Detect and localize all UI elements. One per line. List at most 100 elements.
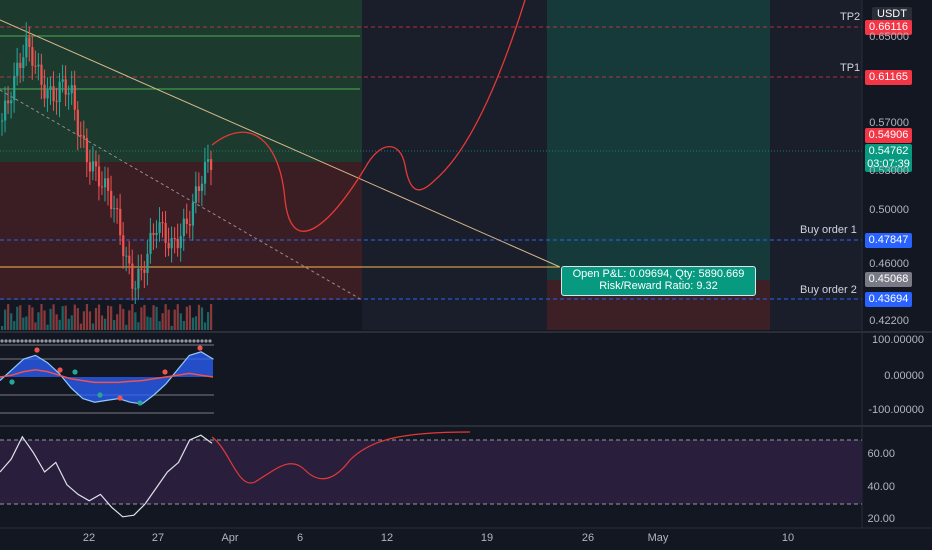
volume-bar <box>131 304 134 330</box>
oscillator-marker <box>117 395 123 401</box>
volume-bar <box>140 307 143 330</box>
candle-body <box>134 288 137 290</box>
oscillator-dot <box>108 339 112 343</box>
candle-body <box>122 235 125 257</box>
volume-bar <box>79 323 82 330</box>
buy1-price-badge: 0.47847 <box>865 233 912 248</box>
time-tick-label: 12 <box>380 532 394 544</box>
volume-bar <box>185 306 188 330</box>
rr-text: Risk/Reward Ratio: 9.32 <box>599 280 718 292</box>
oscillator-dot <box>44 339 48 343</box>
candle-body <box>197 186 201 191</box>
volume-bar <box>16 306 19 330</box>
time-tick-label: Apr <box>221 532 239 544</box>
volume-bar <box>25 316 28 330</box>
oscillator-dot <box>172 339 176 343</box>
oscillator-marker <box>162 369 168 375</box>
volume-bar <box>122 308 125 330</box>
oscillator-dot <box>60 339 64 343</box>
buy2-price-badge: 0.43694 <box>865 292 912 307</box>
volume-bar <box>43 310 46 330</box>
candle-body <box>25 37 28 58</box>
oscillator-dot <box>144 339 148 343</box>
position-info-box[interactable]: Open P&L: 0.09694, Qty: 5890.669 Risk/Re… <box>561 266 756 296</box>
oscillator-dot <box>76 339 80 343</box>
price-tick-label: 0.46000 <box>869 258 909 270</box>
tp1-price-badge: 0.61165 <box>865 70 912 85</box>
candle-body <box>149 232 152 254</box>
time-tick-label: 19 <box>480 532 494 544</box>
candle-body <box>119 208 122 236</box>
oscillator-tick-label: 0.00000 <box>884 370 924 382</box>
oscillator-dot <box>208 339 212 343</box>
dark-zone-2 <box>770 0 862 330</box>
candle-body <box>140 268 143 270</box>
oscillator-dot <box>120 339 124 343</box>
oscillator-marker <box>9 379 15 385</box>
candle-body <box>137 268 140 289</box>
volume-bar <box>182 320 185 330</box>
oscillator-fill <box>0 351 213 404</box>
oscillator-dot <box>188 339 192 343</box>
volume-bar <box>34 322 37 330</box>
candle-body <box>161 222 164 224</box>
volume-bar <box>100 315 104 330</box>
volume-bar <box>22 317 25 330</box>
oscillator-dot <box>84 339 88 343</box>
volume-bar <box>97 304 101 330</box>
oscillator-dot <box>192 339 196 343</box>
oscillator-dot <box>48 339 52 343</box>
volume-bar <box>167 309 170 330</box>
candle-body <box>73 85 76 110</box>
volume-bar <box>13 321 16 330</box>
candle-body <box>34 65 37 67</box>
oscillator-dot <box>104 339 108 343</box>
mid-price-badge: 0.45068 <box>865 272 912 287</box>
chart-root: USDT TP2 0.66116 TP1 0.61165 0.54906 0.5… <box>0 0 932 550</box>
oscillator-dot <box>196 339 200 343</box>
volume-bar <box>28 304 31 330</box>
volume-bar <box>110 306 113 330</box>
oscillator-dot <box>116 339 120 343</box>
candle-body <box>155 232 158 235</box>
oscillator-marker <box>72 369 78 375</box>
price-tick-label: 0.50000 <box>869 204 909 216</box>
candle-body <box>49 86 52 90</box>
entry-upper-badge: 0.54906 <box>865 128 912 143</box>
trading-chart[interactable] <box>0 0 932 550</box>
oscillator-dot <box>140 339 144 343</box>
volume-bar <box>176 304 179 330</box>
price-tick-label: 0.53000 <box>869 165 909 177</box>
volume-bar <box>1 326 4 330</box>
oscillator-dot <box>88 339 92 343</box>
time-tick-label: 26 <box>581 532 595 544</box>
candle-body <box>164 222 167 243</box>
volume-bar <box>164 304 167 330</box>
candle-body <box>55 101 58 103</box>
oscillator-dot <box>56 339 60 343</box>
candle-body <box>173 238 176 240</box>
candle-body <box>128 255 131 264</box>
profit-zone-right <box>547 0 770 280</box>
candle-body <box>107 178 110 191</box>
oscillator-dot <box>132 339 136 343</box>
oscillator-dot <box>136 339 140 343</box>
profit-zone <box>0 0 362 162</box>
oscillator-dot <box>68 339 72 343</box>
volume-bar <box>200 307 204 330</box>
candle-body <box>200 183 204 191</box>
oscillator-dot <box>28 339 32 343</box>
volume-bar <box>203 322 207 330</box>
oscillator-marker <box>57 367 63 373</box>
tp2-label: TP2 <box>840 11 861 23</box>
candle-body <box>7 100 10 104</box>
tp1-label: TP1 <box>840 62 861 74</box>
candle-body <box>28 37 31 48</box>
oscillator-dot <box>176 339 180 343</box>
oscillator-marker <box>34 347 40 353</box>
rsi-tick-label: 20.00 <box>867 513 895 525</box>
volume-bar <box>188 305 191 330</box>
oscillator-dot <box>20 339 24 343</box>
candle-body <box>1 120 4 122</box>
candle-body <box>85 138 89 163</box>
